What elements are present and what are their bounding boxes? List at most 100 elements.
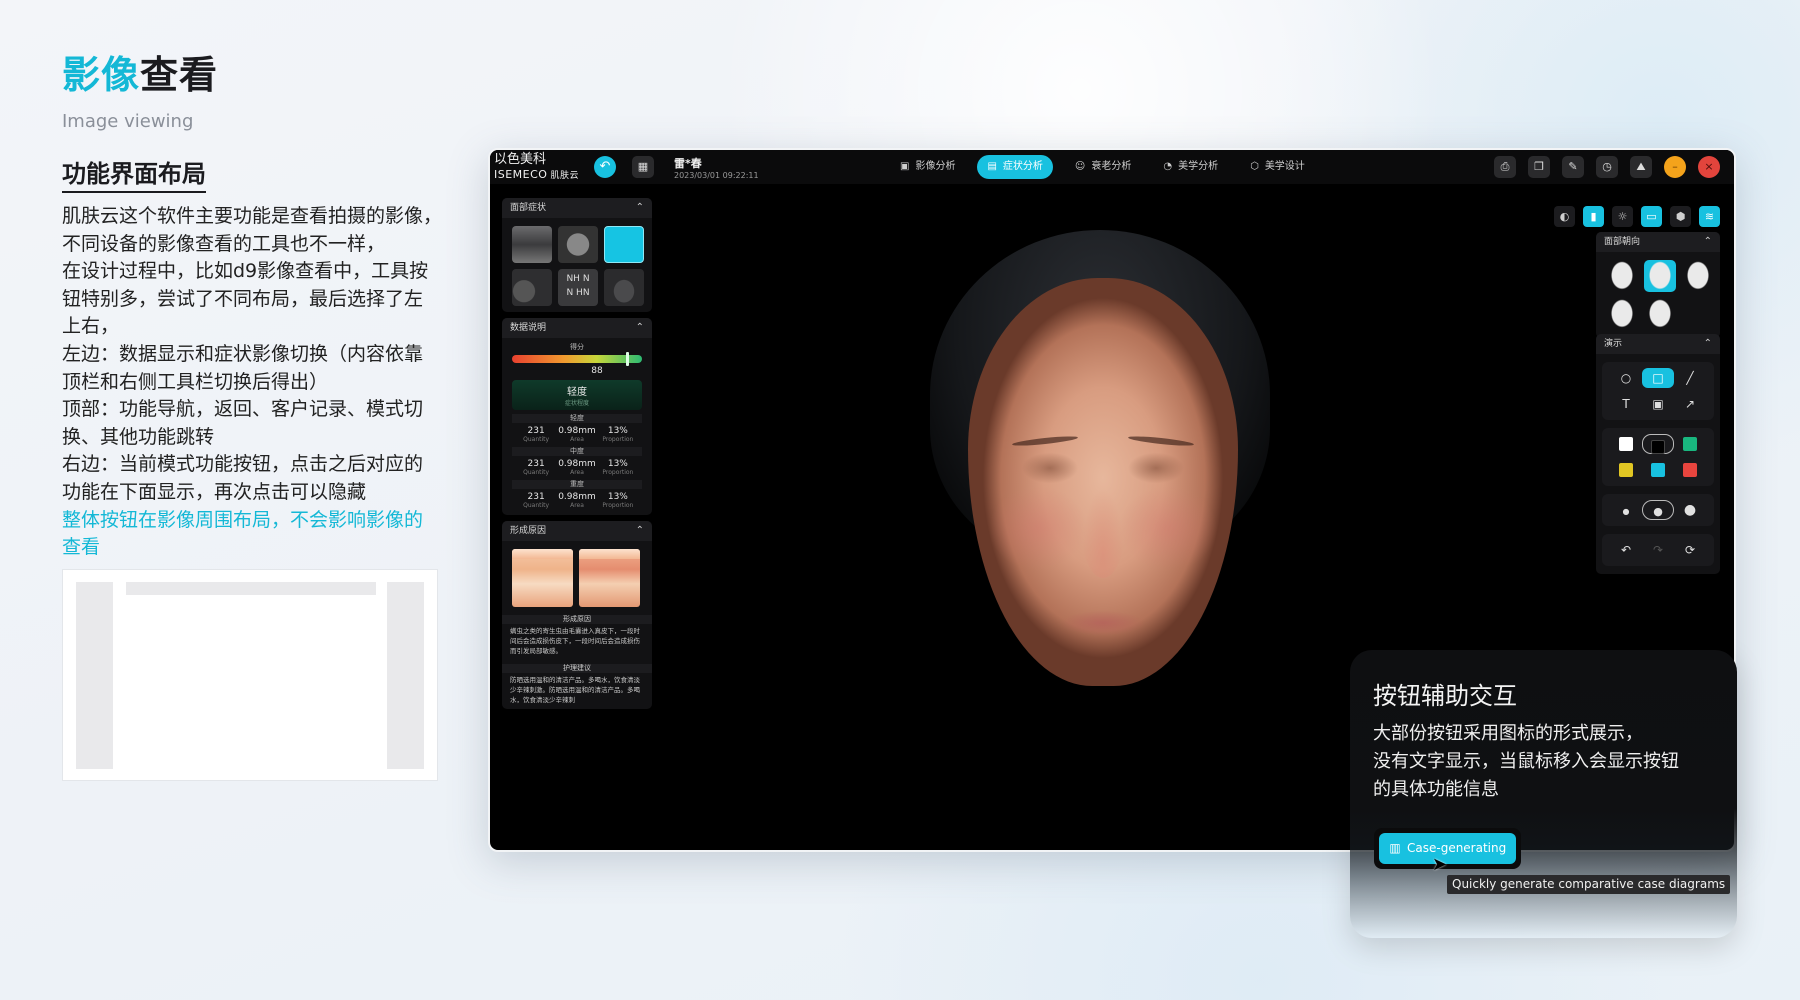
layers-button[interactable]: ≋ (1699, 206, 1720, 227)
clock-icon: ◷ (1602, 160, 1612, 173)
head-right-icon[interactable] (1682, 260, 1714, 292)
undo-icon: ↶ (1620, 543, 1632, 557)
top-right-tools: ⎙ ❐ ✎ ◷ ⛰ – × (1494, 156, 1720, 178)
swatch (1651, 440, 1665, 454)
data-description-header[interactable]: 数据说明 ⌃ (502, 318, 652, 338)
symptom-thumb-follicle[interactable] (604, 269, 644, 306)
history-button[interactable]: ◷ (1596, 156, 1618, 178)
nav-symptom-analysis[interactable]: ▤ 症状分析 (977, 155, 1053, 179)
circle-tool[interactable]: ○ (1610, 368, 1642, 388)
face-orientation-header[interactable]: 面部朝向 ⌃ (1596, 232, 1720, 252)
nav-aging-analysis[interactable]: ☺ 衰老分析 (1065, 155, 1141, 179)
stroke-small[interactable]: ● (1610, 500, 1642, 520)
color-cyan[interactable] (1642, 460, 1674, 480)
nav-aesthetic-design[interactable]: ⬡ 美学设计 (1240, 155, 1315, 179)
stroke-medium[interactable]: ● (1642, 500, 1674, 520)
reset-button[interactable]: ⟳ (1674, 540, 1706, 560)
tooltip: Quickly generate comparative case diagra… (1447, 875, 1731, 894)
nose (1082, 488, 1124, 578)
line-icon: ╱ (1686, 371, 1694, 385)
facial-symptoms-header[interactable]: 面部症状 ⌃ (502, 198, 652, 218)
color-red[interactable] (1674, 460, 1706, 480)
circle-icon: ○ (1620, 371, 1632, 385)
present-button[interactable]: ▭ (1641, 206, 1662, 227)
arrow-tool[interactable]: ↗ (1674, 394, 1706, 414)
stroke-size-tools: ● ● ● (1602, 494, 1714, 526)
face-image-viewer[interactable] (890, 230, 1320, 850)
swatch (1683, 437, 1697, 451)
score-bar (512, 352, 642, 366)
rectangle-tool[interactable]: □ (1642, 368, 1674, 388)
contrast-button[interactable]: ◐ (1554, 206, 1575, 227)
mosaic-tool[interactable]: ▣ (1642, 394, 1674, 414)
back-button[interactable]: ↶ (594, 156, 616, 178)
chevron-up-icon: ⌃ (635, 322, 644, 333)
right-brow (1127, 434, 1195, 448)
color-white[interactable] (1610, 434, 1642, 454)
calendar-icon: ▦ (637, 160, 649, 173)
cause-header[interactable]: 形成原因 ⌃ (502, 521, 652, 541)
3d-button[interactable]: ⬢ (1670, 206, 1691, 227)
nav-aesthetic-analysis[interactable]: ◔ 美学分析 (1153, 155, 1228, 179)
symptom-thumb-uv[interactable] (604, 226, 644, 263)
cause-panel: 形成原因 ⌃ 形成原因 螨虫之类的寄生虫由毛囊进入真皮下，一段时间后会造成损伤皮下… (502, 521, 652, 709)
assist-title: 按钮辅助交互 (1373, 682, 1517, 710)
compare-icon: ❐ (1534, 160, 1544, 173)
swatch (1619, 437, 1633, 451)
level-box: 轻度 症状程度 (512, 380, 642, 410)
logo: 以色美科 ISEMECO 肌肤云 (494, 152, 579, 181)
pin-button[interactable]: ✎ (1562, 156, 1584, 178)
text-tool[interactable]: T (1610, 394, 1642, 414)
arrow-icon: ↗ (1684, 397, 1696, 411)
bar-chart-icon: ▮ (1590, 210, 1597, 223)
screen-icon: ▭ (1646, 210, 1657, 223)
compare-button[interactable]: ❐ (1528, 156, 1550, 178)
section-heading: 功能界面布局 (62, 154, 206, 193)
symptom-thumb-spots[interactable] (512, 269, 552, 306)
head-left-icon[interactable] (1606, 260, 1638, 292)
printer-icon: ⎙ (1500, 160, 1510, 173)
color-black[interactable] (1642, 434, 1674, 454)
shape-tools: ○ □ ╱ T ▣ ↗ (1602, 362, 1714, 420)
printer-button[interactable]: ⎙ (1494, 156, 1516, 178)
right-tool-icons: ◐ ▮ ☼ ▭ ⬢ ≋ (1554, 206, 1720, 227)
symptom-thumb-pores[interactable] (558, 226, 598, 263)
chevron-up-icon: ⌃ (1703, 236, 1712, 247)
symptom-thumb-texture[interactable] (512, 226, 552, 263)
minimize-button[interactable]: – (1664, 156, 1686, 178)
undo-button[interactable]: ↶ (1610, 540, 1642, 560)
head-left-45-icon[interactable] (1606, 298, 1638, 330)
brightness-button[interactable]: ☼ (1612, 206, 1633, 227)
case-generating-button[interactable]: ▥ Case-generating (1379, 833, 1516, 864)
redo-button[interactable]: ↷ (1642, 540, 1674, 560)
color-green[interactable] (1674, 434, 1706, 454)
demo-header[interactable]: 演示 ⌃ (1596, 334, 1720, 354)
pin-icon: ✎ (1568, 160, 1578, 173)
case-icon: ▥ (1389, 841, 1401, 855)
data-description-panel: 数据说明 ⌃ 得分 88 轻度 症状程度 轻度 231 Quantity 0.98m… (502, 318, 652, 515)
aging-icon: ☺ (1074, 161, 1086, 172)
rectangle-icon: □ (1652, 371, 1664, 385)
close-button[interactable]: × (1698, 156, 1720, 178)
gallery-button[interactable]: ⛰ (1630, 156, 1652, 178)
line-tool[interactable]: ╱ (1674, 368, 1706, 388)
dot-small-icon: ● (1622, 507, 1630, 516)
score-marker (626, 352, 630, 366)
head-front-icon[interactable] (1644, 260, 1676, 292)
nav-image-analysis[interactable]: ▣ 影像分析 (890, 155, 965, 179)
swatch (1683, 463, 1697, 477)
customer-record-button[interactable]: ▦ (632, 156, 654, 178)
cube-icon: ⬢ (1675, 210, 1686, 223)
cause-text: 螨虫之类的寄生虫由毛囊进入真皮下，一段时间后会造成损伤皮下，一段时间后会造成损伤… (510, 627, 640, 655)
symptom-thumb-wrinkles[interactable]: NH NN HN (558, 269, 598, 306)
stroke-large[interactable]: ● (1674, 500, 1706, 520)
refresh-icon: ⟳ (1684, 543, 1696, 557)
head-right-45-icon[interactable] (1644, 298, 1676, 330)
swatch (1619, 463, 1633, 477)
layers-icon: ≋ (1704, 210, 1715, 223)
page-title: 影像查看 (62, 53, 219, 97)
color-yellow[interactable] (1610, 460, 1642, 480)
chart-button[interactable]: ▮ (1583, 206, 1604, 227)
layout-diagram (62, 569, 438, 781)
contrast-icon: ◐ (1559, 210, 1570, 223)
